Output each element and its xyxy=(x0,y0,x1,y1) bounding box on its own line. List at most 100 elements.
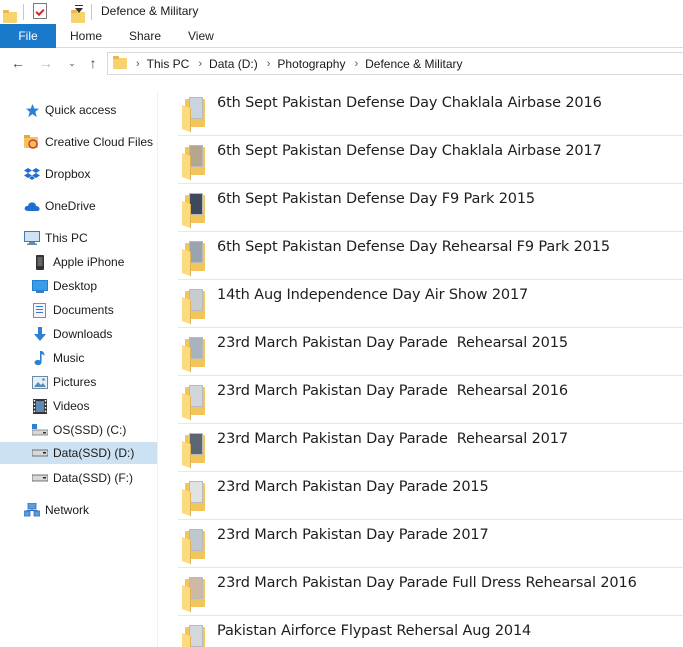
folder-name: 23rd March Pakistan Day Parade 2015 xyxy=(217,479,489,495)
list-item[interactable]: 6th Sept Pakistan Defense Day Chaklala A… xyxy=(178,88,683,136)
sidebar-item-downloads[interactable]: Downloads xyxy=(0,323,157,345)
sidebar-item-data-ssd-f[interactable]: Data(SSD) (F:) xyxy=(0,467,157,489)
folder-icon xyxy=(182,239,208,277)
sidebar-item-label: Videos xyxy=(53,399,90,413)
sidebar-item-quick-access[interactable]: Quick access xyxy=(0,99,157,121)
sidebar-item-label: Downloads xyxy=(53,327,113,341)
customize-quick-access-dropdown-icon[interactable] xyxy=(75,5,83,13)
sidebar-item-label: This PC xyxy=(45,231,88,245)
forward-arrow-icon[interactable]: → xyxy=(38,55,54,71)
list-item[interactable]: Pakistan Airforce Flypast Rehersal Aug 2… xyxy=(178,616,683,647)
sidebar-item-os-ssd-c[interactable]: OS(SSD) (C:) xyxy=(0,419,157,441)
folder-icon xyxy=(182,335,208,373)
sidebar-item-apple-iphone[interactable]: Apple iPhone xyxy=(0,251,157,273)
recent-locations-chevron-down-icon[interactable]: ⌄ xyxy=(64,55,80,71)
list-item[interactable]: 6th Sept Pakistan Defense Day Chaklala A… xyxy=(178,136,683,184)
folder-name: 6th Sept Pakistan Defense Day Rehearsal … xyxy=(217,239,610,255)
folder-name: Pakistan Airforce Flypast Rehersal Aug 2… xyxy=(217,623,532,639)
sidebar-item-desktop[interactable]: Desktop xyxy=(0,275,157,297)
sidebar-item-label: Dropbox xyxy=(45,167,91,181)
sidebar-item-data-ssd-d[interactable]: Data(SSD) (D:) xyxy=(0,442,157,464)
pictures-icon xyxy=(32,374,48,390)
sidebar-item-network[interactable]: Network xyxy=(0,499,157,521)
phone-icon xyxy=(32,254,48,270)
folder-name: 23rd March Pakistan Day Parade 2017 xyxy=(217,527,489,543)
documents-icon xyxy=(32,302,48,318)
tab-home[interactable]: Home xyxy=(70,24,102,48)
file-list: 6th Sept Pakistan Defense Day Chaklala A… xyxy=(178,88,683,647)
dropbox-icon xyxy=(24,166,40,182)
tab-share[interactable]: Share xyxy=(129,24,161,48)
sidebar-item-creative-cloud-files[interactable]: Creative Cloud Files xyxy=(0,131,157,153)
sidebar-item-onedrive[interactable]: OneDrive xyxy=(0,195,157,217)
breadcrumb-photography[interactable]: Photography xyxy=(277,57,345,71)
sidebar-item-label: Creative Cloud Files xyxy=(45,135,154,149)
sidebar-item-label: Apple iPhone xyxy=(53,255,125,269)
folder-name: 6th Sept Pakistan Defense Day Chaklala A… xyxy=(217,143,602,159)
sidebar-item-dropbox[interactable]: Dropbox xyxy=(0,163,157,185)
new-folder-icon[interactable] xyxy=(71,9,85,23)
up-arrow-icon[interactable]: ↑ xyxy=(85,55,101,71)
sidebar-item-label: Desktop xyxy=(53,279,98,293)
drive-icon xyxy=(32,470,48,486)
breadcrumb-defence-military[interactable]: Defence & Military xyxy=(365,57,462,71)
folder-icon xyxy=(182,527,208,565)
breadcrumb-this-pc[interactable]: This PC xyxy=(147,57,190,71)
list-item[interactable]: 23rd March Pakistan Day Parade Rehearsal… xyxy=(178,376,683,424)
list-item[interactable]: 6th Sept Pakistan Defense Day Rehearsal … xyxy=(178,232,683,280)
tab-view[interactable]: View xyxy=(188,24,214,48)
list-item[interactable]: 23rd March Pakistan Day Parade 2015 xyxy=(178,472,683,520)
sidebar-item-videos[interactable]: Videos xyxy=(0,395,157,417)
list-item[interactable]: 23rd March Pakistan Day Parade Rehearsal… xyxy=(178,424,683,472)
folder-icon xyxy=(182,383,208,421)
folder-icon xyxy=(182,95,208,133)
sidebar-item-label: Network xyxy=(45,503,90,517)
folder-icon xyxy=(182,143,208,181)
address-bar[interactable]: › This PC › Data (D:) › Photography › De… xyxy=(107,52,683,75)
list-item[interactable]: 23rd March Pakistan Day Parade 2017 xyxy=(178,520,683,568)
folder-name: 23rd March Pakistan Day Parade Rehearsal… xyxy=(217,335,568,351)
toolbar-divider xyxy=(23,4,24,20)
list-item[interactable]: 14th Aug Independence Day Air Show 2017 xyxy=(178,280,683,328)
title-bar: Defence & Military xyxy=(0,0,683,24)
breadcrumb-separator-icon[interactable]: › xyxy=(354,58,358,70)
breadcrumb-data-d[interactable]: Data (D:) xyxy=(209,57,258,71)
sidebar-item-label: Data(SSD) (F:) xyxy=(53,471,134,485)
creative-cloud-icon xyxy=(24,134,40,150)
folder-icon xyxy=(182,575,208,613)
folder-icon xyxy=(182,623,208,647)
folder-icon xyxy=(182,479,208,517)
list-item[interactable]: 6th Sept Pakistan Defense Day F9 Park 20… xyxy=(178,184,683,232)
folder-icon xyxy=(182,431,208,469)
breadcrumb-separator-icon[interactable]: › xyxy=(267,58,271,70)
sidebar-item-documents[interactable]: Documents xyxy=(0,299,157,321)
folder-icon xyxy=(182,287,208,325)
sidebar-item-label: Quick access xyxy=(45,103,117,117)
tab-file[interactable]: File xyxy=(0,24,56,48)
list-item[interactable]: 23rd March Pakistan Day Parade Full Dres… xyxy=(178,568,683,616)
sidebar-item-pictures[interactable]: Pictures xyxy=(0,371,157,393)
sidebar-item-this-pc[interactable]: This PC xyxy=(0,227,157,249)
network-icon xyxy=(24,502,40,518)
list-item[interactable]: 23rd March Pakistan Day Parade Rehearsal… xyxy=(178,328,683,376)
back-arrow-icon[interactable]: ← xyxy=(10,55,26,71)
sidebar-item-music[interactable]: Music xyxy=(0,347,157,369)
window-title: Defence & Military xyxy=(101,4,199,18)
sidebar-item-label: OneDrive xyxy=(45,199,96,213)
computer-icon xyxy=(24,230,40,246)
star-icon xyxy=(24,102,40,118)
navigation-pane: Quick access Creative Cloud Files Dropbo… xyxy=(0,92,158,647)
folder-icon[interactable] xyxy=(3,9,17,23)
folder-name: 23rd March Pakistan Day Parade Full Dres… xyxy=(217,575,637,591)
download-arrow-icon xyxy=(32,326,48,342)
properties-icon[interactable] xyxy=(33,3,47,19)
film-icon xyxy=(32,398,48,414)
breadcrumb-separator-icon[interactable]: › xyxy=(136,58,140,70)
toolbar-divider xyxy=(91,4,92,20)
breadcrumb-separator-icon[interactable]: › xyxy=(198,58,202,70)
desktop-icon xyxy=(32,278,48,294)
folder-name: 23rd March Pakistan Day Parade Rehearsal… xyxy=(217,383,568,399)
folder-name: 23rd March Pakistan Day Parade Rehearsal… xyxy=(217,431,568,447)
sidebar-item-label: Music xyxy=(53,351,85,365)
ribbon-tabs: File Home Share View xyxy=(0,24,683,48)
